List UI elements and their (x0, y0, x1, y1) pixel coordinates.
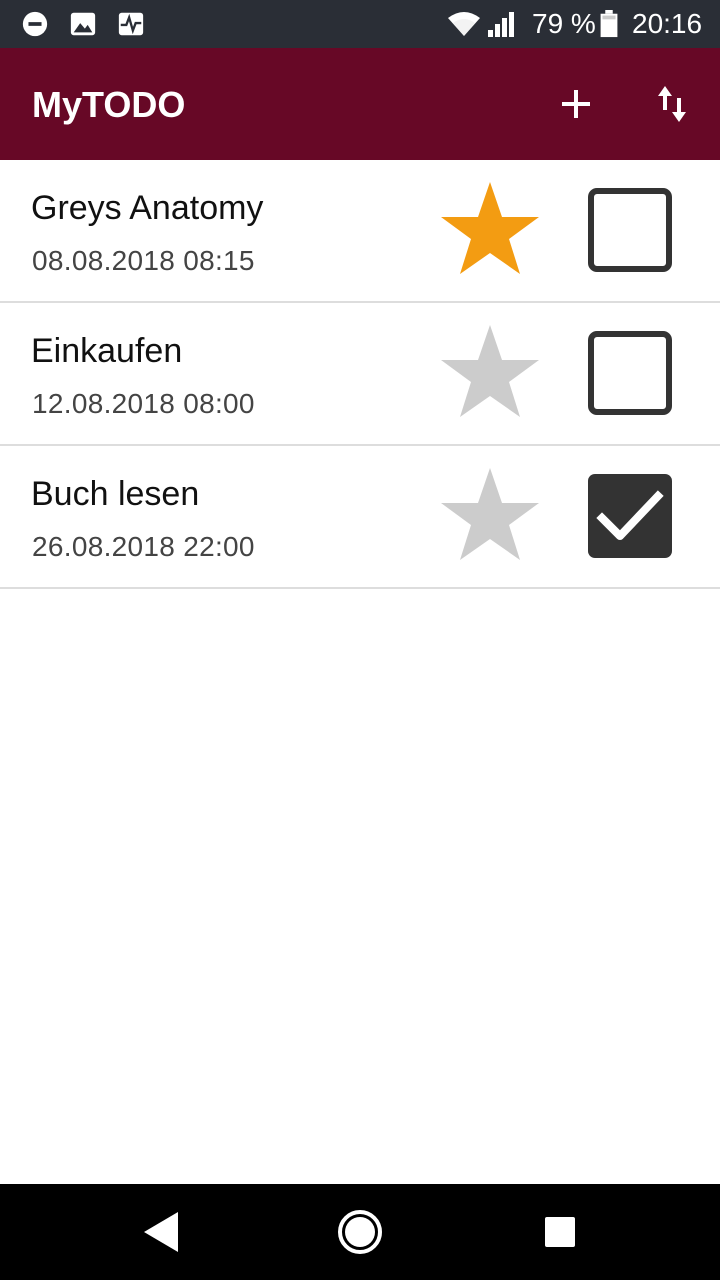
battery-icon (600, 10, 618, 38)
todo-item[interactable]: Greys Anatomy 08.08.2018 08:15 (0, 160, 720, 303)
app-title: MyTODO (32, 84, 186, 125)
todo-item[interactable]: Einkaufen 12.08.2018 08:00 (0, 303, 720, 446)
activity-icon (118, 12, 144, 36)
status-bar: 79 % 20:16 (0, 0, 720, 48)
do-not-disturb-icon (22, 11, 48, 37)
todo-date: 26.08.2018 22:00 (32, 531, 255, 562)
todo-date: 12.08.2018 08:00 (32, 388, 255, 419)
todo-title: Buch lesen (31, 475, 200, 513)
checkbox-unchecked[interactable] (586, 329, 674, 417)
star-outline-icon[interactable] (440, 323, 540, 419)
checkbox-unchecked[interactable] (586, 186, 674, 274)
wifi-icon (448, 12, 480, 36)
todo-date: 08.08.2018 08:15 (32, 245, 255, 276)
todo-title: Einkaufen (31, 332, 183, 370)
nav-bar (0, 1184, 720, 1280)
todo-title: Greys Anatomy (31, 189, 264, 227)
todo-list: Greys Anatomy 08.08.2018 08:15 Einkaufen… (0, 160, 720, 589)
home-icon[interactable] (336, 1208, 384, 1256)
todo-item[interactable]: Buch lesen 26.08.2018 22:00 (0, 446, 720, 589)
image-icon (70, 12, 96, 36)
add-button[interactable] (548, 76, 604, 132)
star-filled-icon[interactable] (440, 180, 540, 276)
back-icon[interactable] (138, 1208, 186, 1256)
clock: 20:16 (632, 8, 703, 39)
add-icon (562, 90, 590, 118)
app-bar: MyTODO (0, 48, 720, 160)
star-outline-icon[interactable] (440, 466, 540, 562)
sort-icon (658, 86, 686, 122)
battery-percentage: 79 % (532, 8, 596, 39)
recents-icon[interactable] (536, 1208, 584, 1256)
sort-button[interactable] (644, 76, 700, 132)
signal-icon (488, 12, 514, 37)
checkbox-checked[interactable] (586, 472, 674, 560)
